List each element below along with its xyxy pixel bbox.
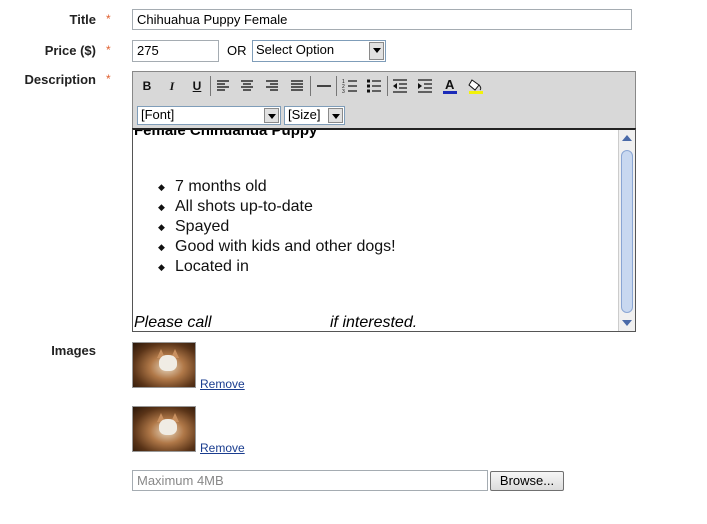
image-thumbnail [132, 342, 196, 388]
description-editor[interactable]: Female Chihuahua Puppy 7 months old All … [132, 128, 636, 332]
align-left-icon[interactable] [213, 76, 233, 96]
justify-icon[interactable] [287, 76, 307, 96]
editor-toolbar: B I U 123 A [Font] [Size] [132, 71, 636, 129]
description-label: Description [24, 72, 96, 87]
scroll-up-icon[interactable] [622, 135, 632, 141]
align-center-icon[interactable] [237, 76, 257, 96]
price-input[interactable]: 275 [132, 40, 219, 62]
numbered-list-icon[interactable]: 123 [340, 76, 360, 96]
list-item: 7 months old [158, 177, 396, 197]
indent-icon[interactable] [415, 76, 435, 96]
size-select-value: [Size] [288, 107, 321, 122]
or-label: OR [227, 43, 247, 58]
required-mark: * [106, 43, 111, 57]
align-right-icon[interactable] [262, 76, 282, 96]
image-thumbnail [132, 406, 196, 452]
svg-text:3: 3 [342, 89, 345, 95]
title-label: Title [69, 12, 97, 27]
price-label: Price ($) [44, 43, 96, 58]
required-mark: * [106, 72, 111, 86]
toolbar-separator [387, 76, 388, 96]
horizontal-rule-icon[interactable] [314, 76, 334, 96]
svg-text:A: A [445, 77, 455, 92]
required-mark: * [106, 12, 111, 26]
list-item: All shots up-to-date [158, 197, 396, 217]
feature-list: 7 months old All shots up-to-date Spayed… [158, 177, 396, 277]
images-label: Images [51, 343, 96, 358]
font-select[interactable]: [Font] [137, 106, 281, 125]
remove-image-link[interactable]: Remove [200, 441, 245, 455]
size-select[interactable]: [Size] [284, 106, 345, 125]
background-color-icon[interactable] [466, 76, 486, 96]
contact-text-start: Please call [134, 314, 212, 331]
title-input[interactable]: Chihuahua Puppy Female [132, 9, 632, 30]
outdent-icon[interactable] [390, 76, 410, 96]
toolbar-separator [210, 76, 211, 96]
contact-text-end: if interested. [330, 314, 418, 331]
text-color-icon[interactable]: A [440, 76, 460, 96]
italic-button[interactable]: I [162, 76, 182, 96]
font-select-value: [Font] [141, 107, 175, 122]
chevron-down-icon[interactable] [328, 108, 343, 123]
price-option-value: Select Option [256, 42, 335, 57]
file-upload-input[interactable]: Maximum 4MB [132, 470, 488, 491]
chevron-down-icon[interactable] [264, 108, 279, 123]
list-item: Good with kids and other dogs! [158, 237, 396, 257]
editor-scrollbar[interactable] [618, 130, 635, 331]
toolbar-separator [336, 76, 337, 96]
chevron-down-icon[interactable] [369, 42, 384, 60]
scroll-thumb[interactable] [621, 150, 633, 313]
list-item: Located in [158, 257, 396, 277]
editor-heading: Female Chihuahua Puppy [134, 128, 318, 139]
toolbar-separator [310, 76, 311, 96]
browse-button[interactable]: Browse... [490, 471, 564, 491]
remove-image-link[interactable]: Remove [200, 377, 245, 391]
price-option-select[interactable]: Select Option [252, 40, 386, 62]
bold-button[interactable]: B [137, 76, 157, 96]
scroll-down-icon[interactable] [622, 320, 632, 326]
list-item: Spayed [158, 217, 396, 237]
underline-button[interactable]: U [187, 76, 207, 96]
bullet-list-icon[interactable] [364, 76, 384, 96]
